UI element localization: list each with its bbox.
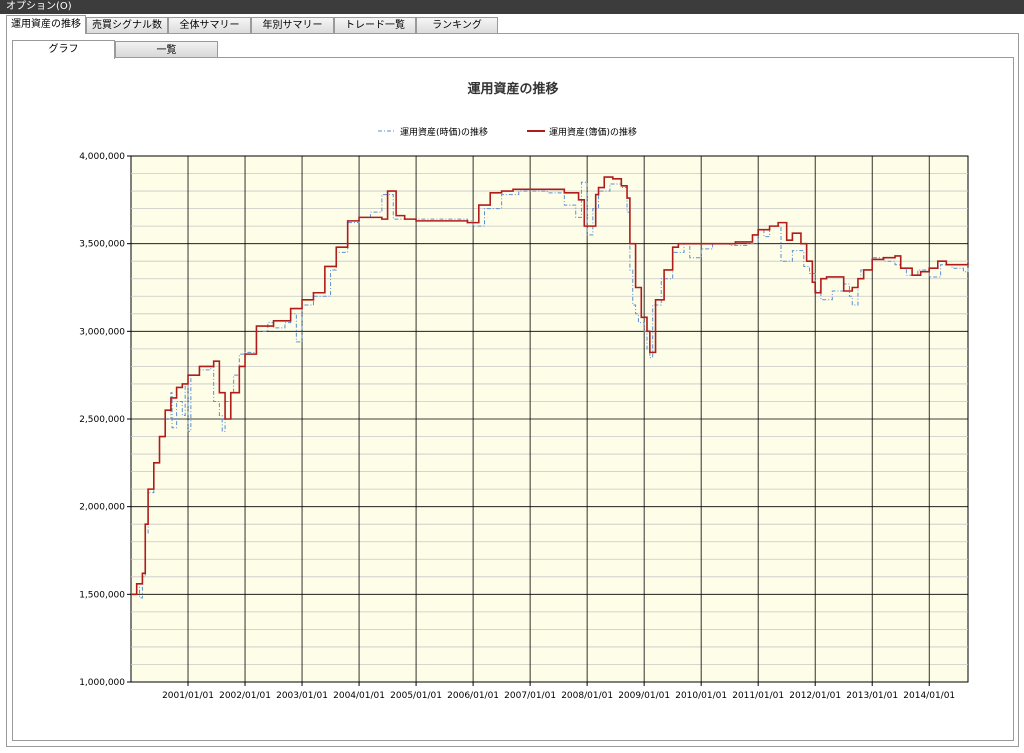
y-tick-label: 4,000,000 — [79, 152, 125, 162]
subtab-list[interactable]: 一覧 — [115, 41, 218, 58]
y-tick-label: 1,000,000 — [79, 678, 125, 688]
y-tick-label: 1,500,000 — [79, 590, 125, 600]
x-tick-label: 2009/01/01 — [618, 691, 670, 701]
y-tick-label: 2,500,000 — [79, 415, 125, 425]
x-tick-label: 2006/01/01 — [447, 691, 499, 701]
x-tick-label: 2003/01/01 — [276, 691, 328, 701]
x-tick-label: 2001/01/01 — [162, 691, 214, 701]
tab-trade-list[interactable]: トレード一覧 — [334, 17, 416, 33]
chart-title: 運用資産の推移 — [467, 81, 558, 97]
tab-asset-history[interactable]: 運用資産の推移 — [6, 15, 86, 34]
y-tick-label: 3,500,000 — [79, 240, 125, 250]
x-tick-label: 2010/01/01 — [675, 691, 727, 701]
legend-book-label: 運用資産(簿価)の推移 — [549, 126, 637, 138]
tab-ranking[interactable]: ランキング — [416, 17, 498, 33]
x-tick-label: 2011/01/01 — [732, 691, 784, 701]
tab-trade-signals[interactable]: 売買シグナル数 — [86, 17, 168, 33]
x-tick-label: 2007/01/01 — [504, 691, 556, 701]
x-axis: 2001/01/01 2002/01/01 2003/01/01 2004/01/01… — [162, 682, 955, 701]
x-tick-label: 2012/01/01 — [789, 691, 841, 701]
subtab-graph[interactable]: グラフ — [12, 40, 115, 59]
x-tick-label: 2013/01/01 — [846, 691, 898, 701]
x-tick-label: 2014/01/01 — [903, 691, 955, 701]
options-menu[interactable]: オプション(O) — [0, 0, 72, 14]
asset-history-chart: 運用資産の推移 運用資産(時価)の推移 運用資産(簿価)の推移 1,000,00… — [79, 81, 969, 701]
y-axis: 1,000,000 1,500,000 2,000,000 2,500,000 3,00… — [79, 152, 131, 688]
x-tick-label: 2008/01/01 — [561, 691, 613, 701]
menu-bar: オプション(O) — [0, 0, 1024, 14]
x-tick-label: 2005/01/01 — [390, 691, 442, 701]
chart-panel: 運用資産の推移 運用資産(時価)の推移 運用資産(簿価)の推移 1,000,00… — [12, 57, 1014, 741]
x-tick-label: 2004/01/01 — [333, 691, 385, 701]
legend: 運用資産(時価)の推移 運用資産(簿価)の推移 — [378, 126, 637, 138]
tab-overall-summary[interactable]: 全体サマリー — [168, 17, 251, 33]
x-tick-label: 2002/01/01 — [219, 691, 271, 701]
y-tick-label: 2,000,000 — [79, 503, 125, 513]
legend-market-label: 運用資産(時価)の推移 — [400, 126, 488, 138]
y-tick-label: 3,000,000 — [79, 327, 125, 337]
tab-yearly-summary[interactable]: 年別サマリー — [251, 17, 334, 33]
